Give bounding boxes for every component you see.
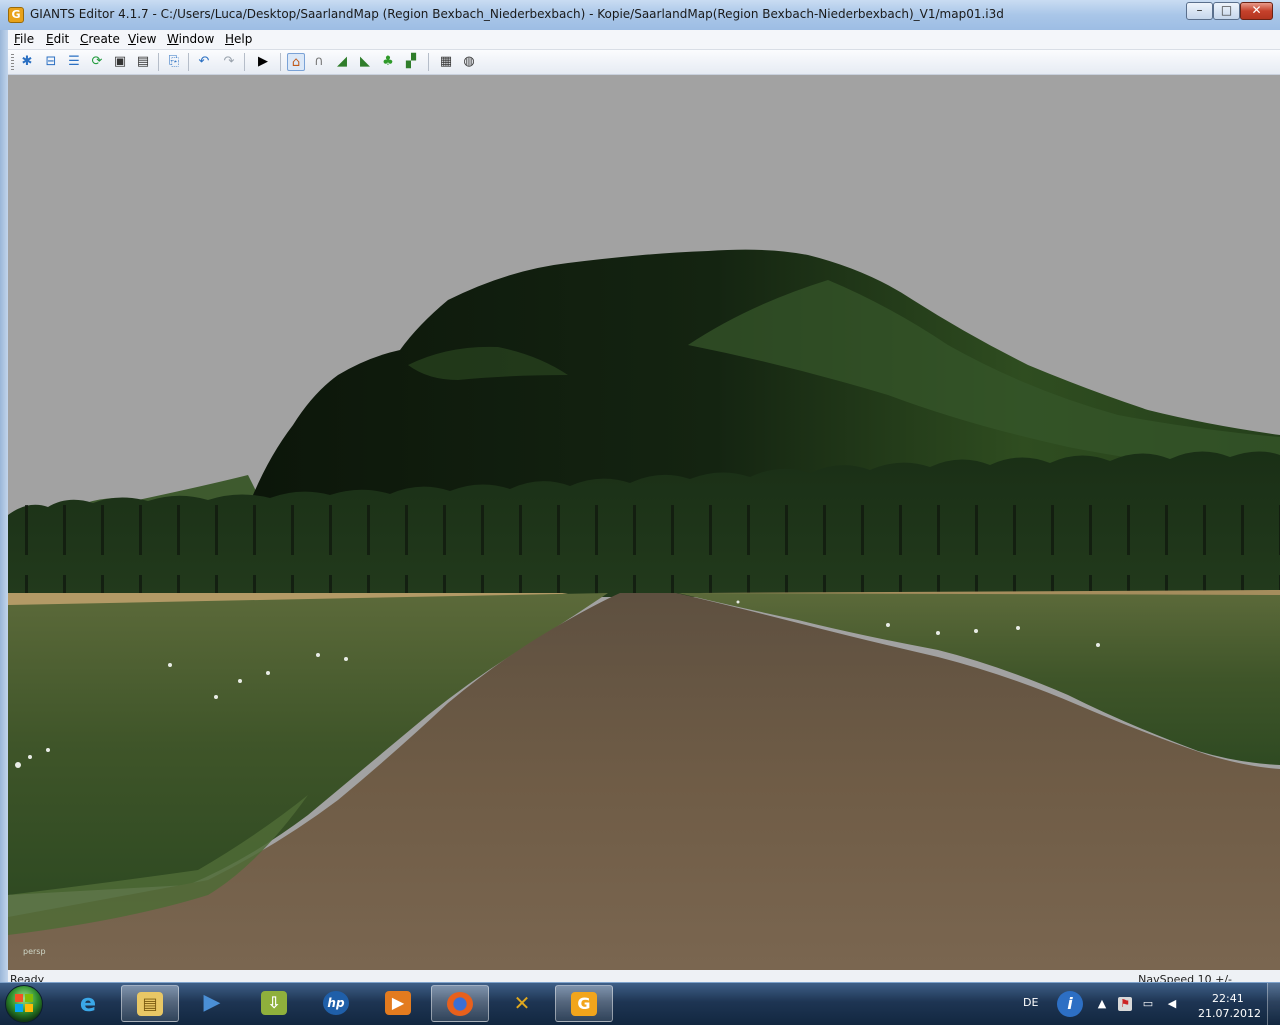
window-frame-left [0,30,8,982]
menu-create[interactable]: Create [80,32,120,46]
show-hidden-icons-icon[interactable]: ▲ [1095,997,1109,1011]
nav-speed-text: NavSpeed 10 +/- [1138,973,1232,982]
taskbar-installer[interactable]: ⇩ [245,985,303,1022]
3d-viewport[interactable]: persp [8,75,1280,970]
giants-app-icon[interactable]: G [8,7,24,23]
clock-time[interactable]: 22:41 [1212,992,1244,1005]
hp-icon: hp [323,991,349,1015]
status-text: Ready [10,973,45,982]
taskbar-internet-explorer[interactable]: e [59,985,117,1022]
window-title: GIANTS Editor 4.1.7 - C:/Users/Luca/Desk… [30,7,1004,21]
refresh-icon[interactable]: ⟳ [88,53,106,71]
tree-trunks [8,505,1280,597]
checker-sphere-icon[interactable]: ◍ [460,53,478,71]
toolbar-separator [280,53,281,71]
taskbar-giants-editor[interactable]: G [555,985,613,1022]
redo-icon[interactable]: ↷ [220,53,238,71]
save-as-icon[interactable]: ▤ [134,53,152,71]
taskbar-firefox[interactable]: ◉ [431,985,489,1022]
start-button[interactable] [5,985,43,1023]
taskbar-media-center[interactable]: ▶ [369,985,427,1022]
menu-edit[interactable]: Edit [46,32,69,46]
minimize-button[interactable]: – [1186,2,1213,20]
save-icon[interactable]: ▣ [111,53,129,71]
terrain-detail-icon[interactable]: ▞ [402,53,420,71]
new-file-icon[interactable]: ✱ [18,53,36,71]
toolbar-grip[interactable] [11,54,14,70]
toolbar-separator [158,53,159,71]
foliage-paint-icon[interactable]: ♣ [379,53,397,71]
network-icon[interactable]: ▭ [1141,997,1155,1011]
system-tray: DE i ▲ ⚑ ▭ ◀ 22:41 21.07.2012 [1015,983,1280,1025]
terrain-paint-icon[interactable]: ◣ [356,53,374,71]
show-desktop-button[interactable] [1267,983,1280,1025]
viewport-scene [8,75,1280,970]
taskbar-media-player[interactable]: ▶ [183,985,241,1022]
media-center-icon: ▶ [385,991,411,1015]
internet-explorer-icon: e [79,989,97,1017]
action-center-icon[interactable]: ⚑ [1118,997,1132,1011]
title-bar[interactable]: G GIANTS Editor 4.1.7 - C:/Users/Luca/De… [0,0,1280,31]
checker-icon[interactable]: ▦ [437,53,455,71]
folder-icon: ▤ [137,992,163,1016]
taskbar-tools-app[interactable]: ✕ [493,985,551,1022]
document-list-icon[interactable]: ☰ [65,53,83,71]
menu-help[interactable]: Help [225,32,252,46]
play-icon[interactable]: ▶ [254,53,272,71]
menu-window[interactable]: Window [167,32,214,46]
toolbar-separator [428,53,429,71]
magnet-icon[interactable]: ∩ [310,53,328,71]
volume-icon[interactable]: ◀ [1165,997,1179,1011]
menu-bar: File Edit Create View Window Help [8,30,1280,50]
giants-editor-icon: G [571,992,597,1016]
maximize-button[interactable]: □ [1213,2,1240,20]
taskbar-file-explorer[interactable]: ▤ [121,985,179,1022]
firefox-icon: ◉ [447,992,473,1016]
installer-icon: ⇩ [261,991,287,1015]
toolbar: ✱ ⊟ ☰ ⟳ ▣ ▤ ⎘ ↶ ↷ ▶ ⌂ ∩ ◢ ◣ ♣ ▞ ▦ ◍ [8,50,1280,75]
menu-file[interactable]: File [14,32,34,46]
close-button[interactable]: ✕ [1240,2,1273,20]
camera-label: persp [23,947,46,956]
tools-icon: ✕ [513,991,531,1015]
status-bar: Ready NavSpeed 10 +/- [8,970,1280,982]
taskbar: e ▤ ▶ ⇩ hp ▶ ◉ ✕ G DE i ▲ ⚑ ▭ ◀ 22:41 21… [0,982,1280,1025]
toolbar-separator [244,53,245,71]
terrain-sculpt-icon[interactable]: ◢ [333,53,351,71]
toolbar-separator [188,53,189,71]
media-player-icon: ▶ [203,990,221,1015]
windows-logo-icon [15,994,33,1012]
info-icon[interactable]: i [1057,991,1083,1017]
open-folder-icon[interactable]: ⊟ [42,53,60,71]
language-indicator[interactable]: DE [1023,996,1038,1009]
undo-icon[interactable]: ↶ [195,53,213,71]
clock-date[interactable]: 21.07.2012 [1198,1007,1261,1020]
menu-view[interactable]: View [128,32,156,46]
home-icon[interactable]: ⌂ [287,53,305,71]
taskbar-hp-utility[interactable]: hp [307,985,365,1022]
import-icon[interactable]: ⎘ [165,53,183,71]
